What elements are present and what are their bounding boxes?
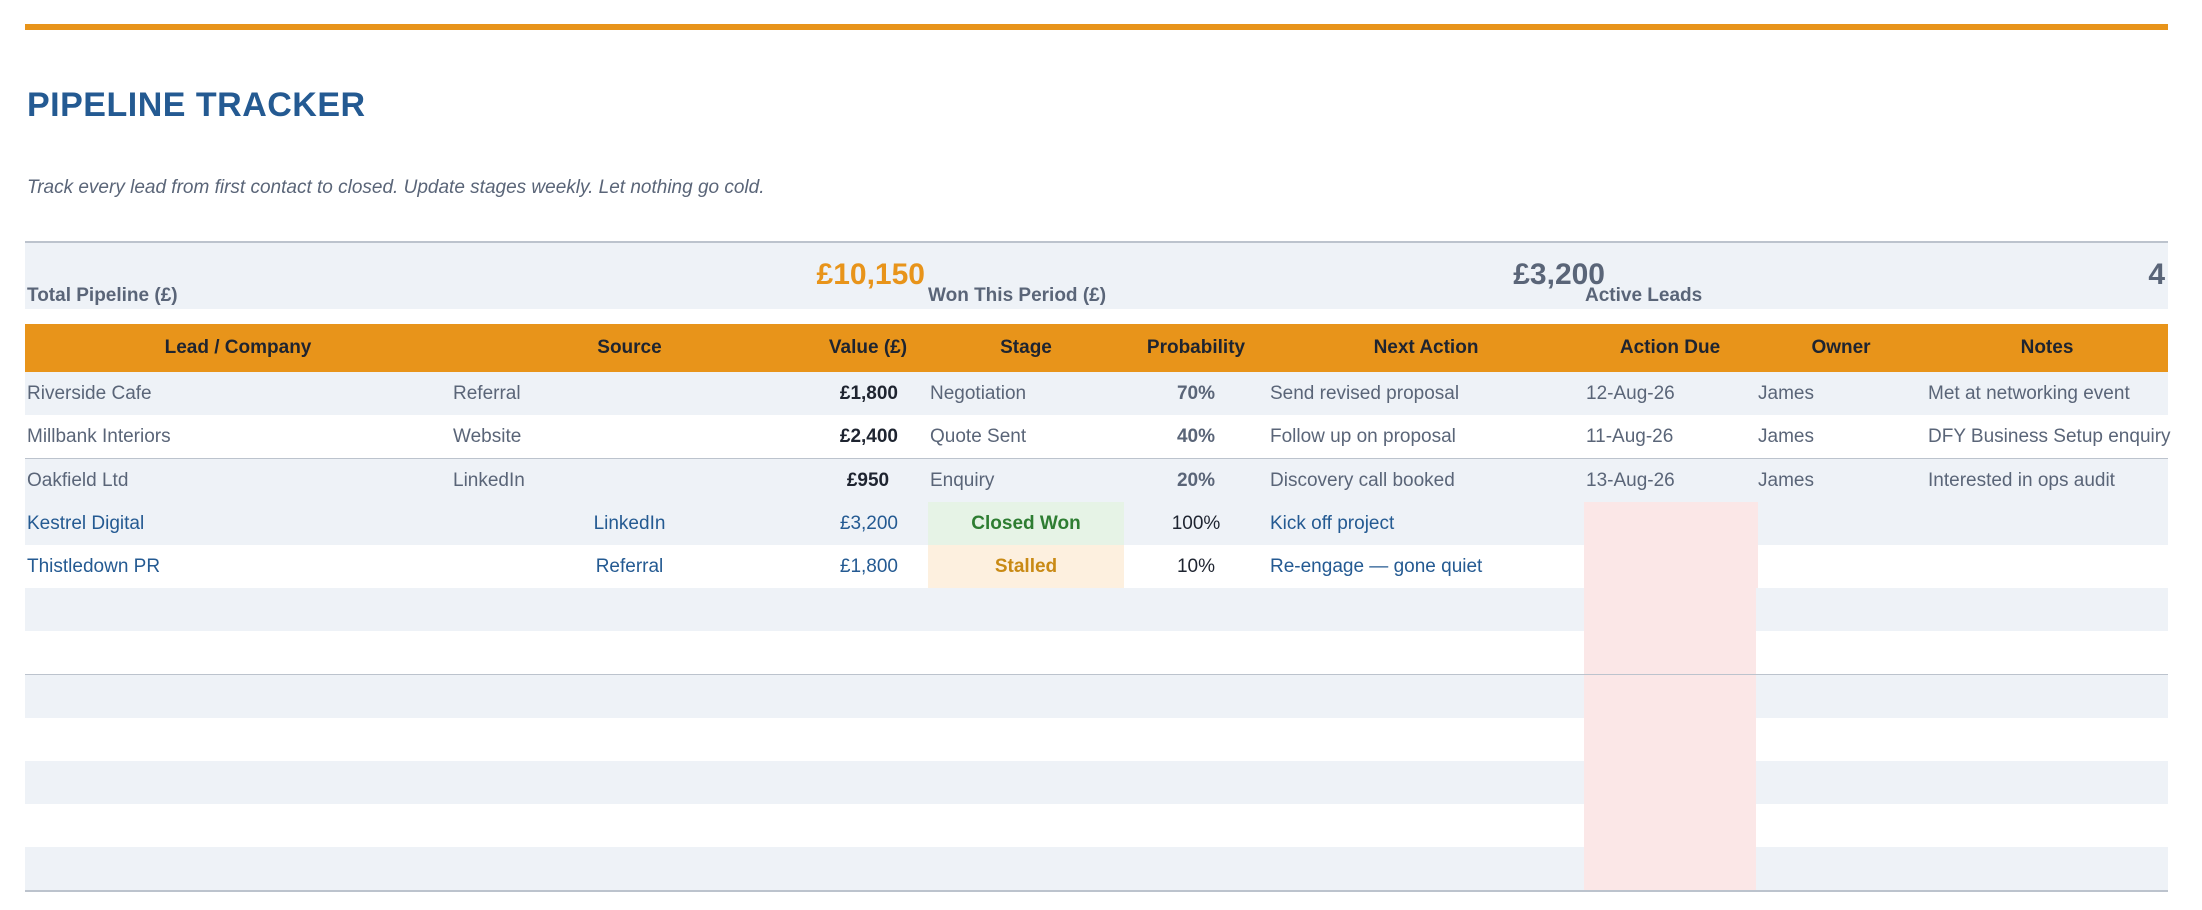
empty-table-row	[25, 631, 2168, 674]
value-cell[interactable]: £1,800	[808, 545, 898, 588]
probability-cell[interactable]: 10%	[1124, 545, 1268, 588]
notes-cell[interactable]	[1926, 502, 2168, 545]
action-due-cell[interactable]	[1584, 502, 1758, 545]
source-cell[interactable]: Website	[451, 415, 808, 458]
lead-cell[interactable]: Thistledown PR	[25, 545, 451, 588]
total-pipeline-label: Total Pipeline (£)	[27, 285, 178, 306]
won-period-value[interactable]: £3,200	[1405, 258, 1605, 292]
column-header-value[interactable]: Value (£)	[808, 324, 928, 372]
column-header-probability[interactable]: Probability	[1124, 324, 1268, 372]
table-row: Oakfield Ltd LinkedIn £950 Enquiry 20% D…	[25, 458, 2168, 502]
table-row: Millbank Interiors Website £2,400 Quote …	[25, 415, 2171, 458]
notes-cell[interactable]: DFY Business Setup enquiry	[1926, 415, 2171, 458]
action-due-cell[interactable]	[1584, 588, 1756, 631]
value-cell[interactable]: £950	[808, 459, 928, 502]
next-action-cell[interactable]: Follow up on proposal	[1268, 415, 1584, 458]
stage-cell-stalled[interactable]: Stalled	[928, 545, 1124, 588]
probability-cell[interactable]: 20%	[1124, 459, 1268, 502]
empty-table-row	[25, 804, 2168, 847]
lead-cell[interactable]: Millbank Interiors	[25, 415, 451, 458]
top-accent-rule	[25, 24, 2168, 30]
column-header-owner[interactable]: Owner	[1756, 324, 1926, 372]
value-cell[interactable]: £2,400	[808, 415, 898, 458]
action-due-cell[interactable]	[1584, 675, 1756, 718]
empty-table-row	[25, 674, 2168, 718]
lead-cell[interactable]: Kestrel Digital	[25, 502, 451, 545]
column-header-stage[interactable]: Stage	[928, 324, 1124, 372]
action-due-cell[interactable]: 12-Aug-26	[1584, 372, 1756, 415]
page-subtitle: Track every lead from first contact to c…	[27, 177, 765, 198]
probability-cell[interactable]: 40%	[1124, 415, 1268, 458]
empty-table-row	[25, 718, 2168, 761]
next-action-cell[interactable]: Kick off project	[1268, 502, 1584, 545]
value-cell[interactable]: £3,200	[808, 502, 898, 545]
column-header-next-action[interactable]: Next Action	[1268, 324, 1584, 372]
action-due-cell[interactable]	[1584, 761, 1756, 804]
stage-cell[interactable]: Enquiry	[928, 459, 1124, 502]
empty-table-row	[25, 588, 2168, 631]
probability-cell[interactable]: 100%	[1124, 502, 1268, 545]
stage-cell[interactable]: Quote Sent	[928, 415, 1124, 458]
table-header: Lead / Company Source Value (£) Stage Pr…	[25, 324, 2168, 372]
notes-cell[interactable]	[1926, 545, 2168, 588]
source-cell[interactable]: Referral	[451, 545, 808, 588]
table-row: Riverside Cafe Referral £1,800 Negotiati…	[25, 372, 2168, 415]
table-row: Thistledown PR Referral £1,800 Stalled 1…	[25, 545, 2168, 588]
probability-cell[interactable]: 70%	[1124, 372, 1268, 415]
column-header-action-due[interactable]: Action Due	[1584, 324, 1756, 372]
total-pipeline-value[interactable]: £10,150	[725, 258, 925, 292]
next-action-cell[interactable]: Re-engage — gone quiet	[1268, 545, 1584, 588]
column-header-notes[interactable]: Notes	[1926, 324, 2168, 372]
column-header-lead[interactable]: Lead / Company	[25, 324, 451, 372]
page-title: PIPELINE TRACKER	[27, 86, 366, 124]
owner-cell[interactable]	[1756, 502, 1926, 545]
source-cell[interactable]: Referral	[451, 372, 808, 415]
action-due-cell[interactable]	[1584, 718, 1756, 761]
next-action-cell[interactable]: Discovery call booked	[1268, 459, 1584, 502]
empty-table-row	[25, 761, 2168, 804]
action-due-cell[interactable]	[1584, 631, 1756, 674]
owner-cell[interactable]: James	[1756, 415, 1926, 458]
action-due-cell[interactable]	[1584, 804, 1756, 847]
active-leads-value[interactable]: 4	[1965, 258, 2165, 292]
source-cell[interactable]: LinkedIn	[451, 459, 808, 502]
action-due-cell[interactable]	[1584, 545, 1758, 588]
action-due-cell[interactable]	[1584, 847, 1756, 890]
notes-cell[interactable]: Interested in ops audit	[1926, 459, 2168, 502]
stage-cell[interactable]: Negotiation	[928, 372, 1124, 415]
owner-cell[interactable]: James	[1756, 459, 1926, 502]
pipeline-table: Lead / Company Source Value (£) Stage Pr…	[25, 324, 2171, 892]
column-header-source[interactable]: Source	[451, 324, 808, 372]
stage-cell-closed-won[interactable]: Closed Won	[928, 502, 1124, 545]
lead-cell[interactable]: Oakfield Ltd	[25, 459, 451, 502]
summary-band: Total Pipeline (£) £10,150 Won This Peri…	[25, 241, 2168, 309]
lead-cell[interactable]: Riverside Cafe	[25, 372, 451, 415]
table-row: Kestrel Digital LinkedIn £3,200 Closed W…	[25, 502, 2168, 545]
owner-cell[interactable]: James	[1756, 372, 1926, 415]
next-action-cell[interactable]: Send revised proposal	[1268, 372, 1584, 415]
value-cell[interactable]: £1,800	[808, 372, 898, 415]
source-cell[interactable]: LinkedIn	[451, 502, 808, 545]
action-due-cell[interactable]: 13-Aug-26	[1584, 459, 1756, 502]
empty-table-row	[25, 847, 2168, 892]
action-due-cell[interactable]: 11-Aug-26	[1584, 415, 1756, 458]
owner-cell[interactable]	[1756, 545, 1926, 588]
active-leads-label: Active Leads	[1585, 285, 1703, 306]
notes-cell[interactable]: Met at networking event	[1926, 372, 2168, 415]
won-period-label: Won This Period (£)	[928, 285, 1107, 306]
